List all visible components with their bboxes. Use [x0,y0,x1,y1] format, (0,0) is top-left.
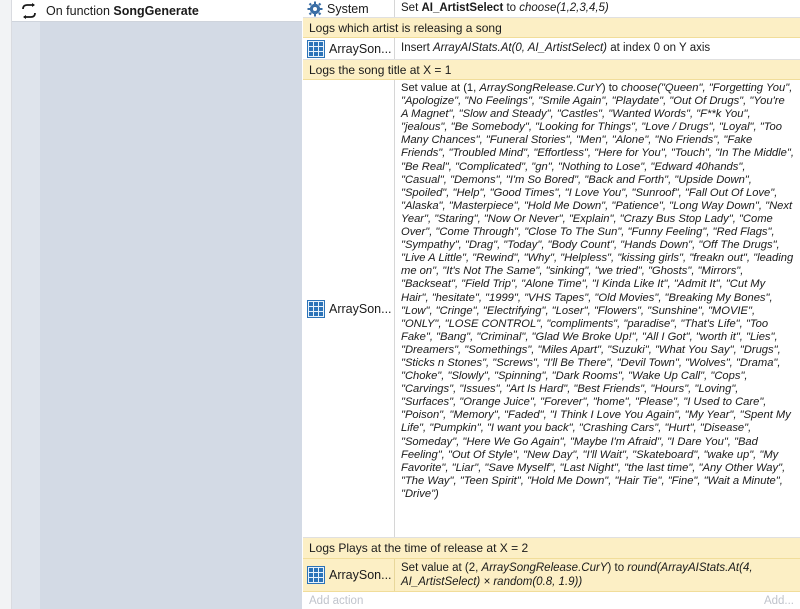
expression: ArrayAIStats.At(0, AI_ArtistSelect) [432,41,608,54]
action-row-set-title[interactable]: ArraySon... Set value at (1, ArraySongRe… [303,80,800,538]
add-action-link[interactable]: Add action [309,595,363,607]
comment-row[interactable]: Logs the song title at X = 1 [303,60,800,80]
comment-row[interactable]: Logs Plays at the time of release at X =… [303,538,800,559]
action-row-set-plays[interactable]: ArraySon... Set value at (2, ArraySongRe… [303,559,800,592]
expression: choose(1,2,3,4,5) [519,2,609,14]
action-row-insert[interactable]: ArraySon... Insert ArrayAIStats.At(0, AI… [303,38,800,60]
event-prefix: On function [46,3,110,18]
comment-row[interactable]: Logs which artist is releasing a song [303,18,800,38]
object-name: ArraySon... [329,41,392,56]
action-text-prefix: Set value at (1, [401,82,480,94]
action-object-array[interactable]: ArraySon... [303,80,395,537]
actions-panel: System Set AI_ArtistSelect to choose(1,2… [303,0,800,609]
action-object-array[interactable]: ArraySon... [303,38,395,59]
choose-expression: choose("Queen", "Forgetting You", "Apolo… [401,82,794,500]
event-title: On function SongGenerate [46,4,199,18]
action-text-prefix: Set value at (2, [401,562,482,574]
event-header[interactable]: On function SongGenerate [12,0,302,22]
expression: ArraySongRelease.CurY [479,82,602,94]
action-text-prefix: Set [401,2,422,14]
add-more-link[interactable]: Add... [764,595,794,607]
array-grid-icon [307,39,325,58]
function-loop-icon [22,2,36,19]
action-text-prefix: Insert [401,41,433,54]
object-name: ArraySon... [329,301,392,316]
action-text-mid: ) to [607,562,628,574]
comment-text: Logs the song title at X = 1 [309,62,452,77]
object-name: System [327,1,369,16]
action-text[interactable]: Set value at (1, ArraySongRelease.CurY) … [395,80,800,537]
action-text-mid: ) to [601,82,622,94]
action-text[interactable]: Set value at (2, ArraySongRelease.CurY) … [395,559,800,591]
add-action-row: Add action Add... [303,592,800,609]
action-object-array[interactable]: ArraySon... [303,559,395,591]
gear-icon [307,1,323,16]
action-text-mid: to [503,2,520,14]
action-text[interactable]: Set AI_ArtistSelect to choose(1,2,3,4,5) [395,0,800,17]
object-name: ArraySon... [329,568,392,582]
action-text[interactable]: Insert ArrayAIStats.At(0, AI_ArtistSelec… [395,38,800,59]
action-row-set-artist[interactable]: System Set AI_ArtistSelect to choose(1,2… [303,0,800,18]
comment-text: Logs Plays at the time of release at X =… [309,541,529,555]
left-gutter [0,0,12,609]
condition-fill [40,22,302,609]
comment-text: Logs which artist is releasing a song [309,20,502,35]
action-object-system[interactable]: System [303,0,395,17]
variable-name: AI_ArtistSelect [421,2,504,14]
array-grid-icon [307,299,325,318]
function-name: SongGenerate [113,3,199,18]
array-grid-icon [307,566,325,584]
expression: ArraySongRelease.CurY [481,562,608,574]
action-text-suffix: at index 0 on Y axis [607,41,711,54]
